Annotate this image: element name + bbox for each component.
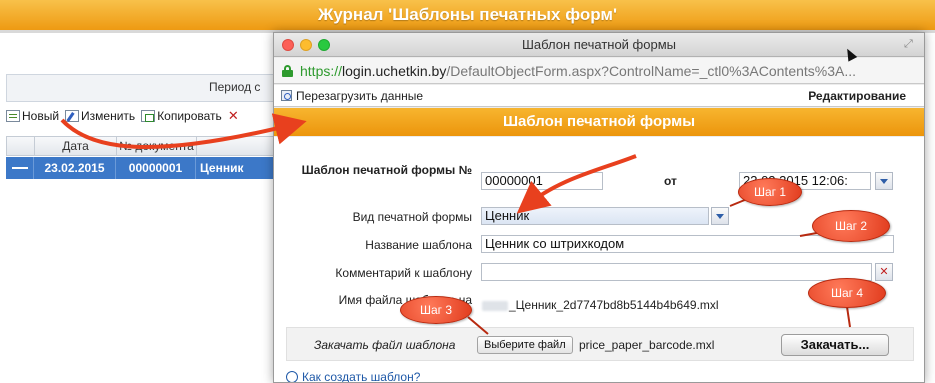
choose-file-button[interactable]: Выберите файл — [477, 336, 573, 354]
reload-data-button[interactable]: Перезагрузить данные — [296, 89, 423, 103]
date-dropdown-button[interactable] — [875, 172, 893, 190]
lock-icon — [282, 65, 293, 77]
edit-button-label: Изменить — [81, 109, 136, 123]
journal-title: Журнал 'Шаблоны печатных форм' — [0, 0, 935, 30]
grid-header-marker — [7, 137, 35, 155]
upload-label: Закачать файл шаблона — [314, 338, 456, 352]
row-number: 00000001 — [116, 157, 196, 179]
help-link[interactable]: Как создать шаблон? — [286, 370, 420, 382]
url-path: /DefaultObjectForm.aspx?ControlName=_ctl… — [446, 63, 857, 79]
window-title: Шаблон печатной формы — [522, 37, 676, 52]
new-button-label: Новый — [22, 109, 60, 123]
row-date: 23.02.2015 — [34, 157, 116, 179]
period-label: Период с — [209, 80, 261, 94]
copy-button-label: Копировать — [157, 109, 222, 123]
grid-header-number[interactable]: № документа — [117, 137, 197, 155]
journal-toolbar: Новый Изменить Копировать ✕ — [6, 106, 239, 126]
form-type-dropdown-button[interactable] — [711, 207, 729, 225]
new-button[interactable]: Новый — [6, 109, 59, 123]
reload-icon[interactable] — [281, 90, 292, 101]
form-title: Шаблон печатной формы — [274, 108, 924, 136]
url-text[interactable]: https://login.uchetkin.by/DefaultObjectF… — [300, 63, 856, 79]
mode-label: Редактирование — [808, 89, 906, 103]
new-doc-icon — [6, 110, 20, 122]
step1-callout: Шаг 1 — [738, 178, 802, 206]
form-type-select[interactable]: Ценник — [481, 207, 709, 225]
grid-header-date[interactable]: Дата — [35, 137, 117, 155]
comment-label: Комментарий к шаблону — [335, 266, 472, 280]
url-host: login.uchetkin.by — [342, 63, 447, 79]
upload-button[interactable]: Закачать... — [781, 334, 889, 356]
doc-number-label: Шаблон печатной формы № — [301, 163, 472, 177]
row-name: Ценник — [200, 161, 244, 175]
doc-number-field[interactable]: 00000001 — [481, 172, 603, 190]
edit-icon — [65, 110, 80, 122]
copy-icon — [141, 110, 156, 122]
fullscreen-icon[interactable]: ⤢ — [904, 38, 916, 50]
delete-button[interactable]: ✕ — [228, 108, 239, 124]
step2-callout: Шаг 2 — [812, 210, 890, 242]
step4-callout: Шаг 4 — [808, 278, 886, 308]
redacted-prefix — [482, 300, 508, 311]
from-label: от — [664, 174, 677, 188]
clear-comment-button[interactable]: ✕ — [875, 263, 893, 281]
upload-panel: Закачать файл шаблона Выберите файл pric… — [286, 327, 914, 361]
help-icon — [286, 371, 298, 382]
row-marker — [6, 157, 34, 179]
step3-callout: Шаг 3 — [400, 296, 472, 324]
delete-icon: ✕ — [227, 108, 239, 123]
comment-field[interactable] — [481, 263, 872, 281]
edit-button[interactable]: Изменить — [65, 109, 135, 123]
window-titlebar[interactable]: Шаблон печатной формы ⤢ — [274, 33, 924, 57]
copy-button[interactable]: Копировать — [141, 109, 222, 123]
template-name-label: Название шаблона — [365, 238, 472, 252]
address-bar[interactable]: https://login.uchetkin.by/DefaultObjectF… — [274, 58, 924, 84]
chosen-file-name: price_paper_barcode.mxl — [579, 338, 715, 352]
url-scheme: https:// — [300, 63, 343, 79]
form-toolbar: Перезагрузить данные Редактирование — [274, 85, 924, 107]
form-body: Шаблон печатной формы № 00000001 от 23.0… — [274, 137, 924, 382]
grid-header-name — [197, 137, 275, 155]
grid-header: Дата № документа — [6, 136, 276, 156]
form-type-label: Вид печатной формы — [352, 210, 472, 224]
filename-value: _Ценник_2d7747bd8b5144b4b649.mxl — [482, 298, 719, 312]
template-popup-window: Шаблон печатной формы ⤢ https://login.uc… — [273, 32, 925, 383]
table-row[interactable]: 23.02.2015 00000001 Ценник — [6, 157, 276, 179]
